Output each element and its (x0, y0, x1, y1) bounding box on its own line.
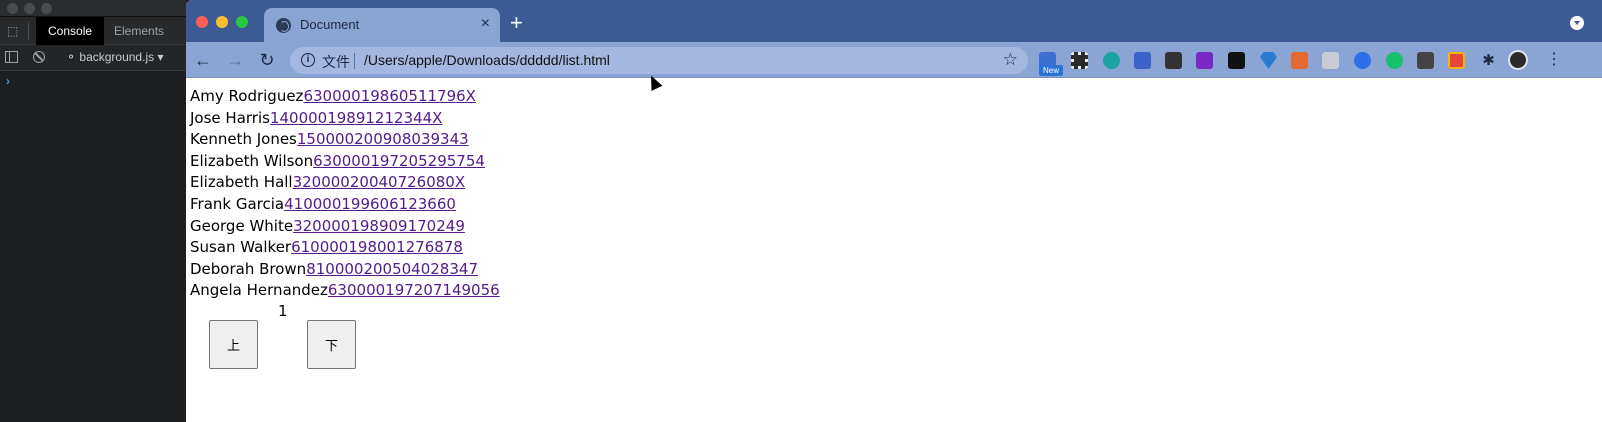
id-link[interactable]: 63000019860511796X (303, 87, 476, 105)
new-tab-button[interactable]: + (510, 12, 523, 34)
person-name: Jose Harris (190, 108, 270, 127)
list-item: Amy Rodriguez63000019860511796X (190, 86, 500, 108)
person-name: Frank Garcia (190, 194, 285, 213)
divider (354, 53, 355, 69)
bookmark-star-icon[interactable]: ☆ (1003, 50, 1018, 70)
person-name: Angela Hernandez (190, 281, 328, 300)
devtools-tabbar: ⬚ Console Elements (0, 17, 186, 45)
list-item: Frank Garcia410000199606123660 (190, 194, 500, 216)
list-item: Kenneth Jones150000200908039343 (190, 129, 500, 151)
prev-page-button[interactable]: 上 (209, 320, 258, 369)
qr-code-icon[interactable] (1071, 52, 1088, 69)
browser-window: Document × + ← → ↻ i 文件 /Users/apple/Dow… (186, 0, 1602, 422)
person-name: Kenneth Jones (190, 130, 297, 149)
devtools-zoom-light[interactable] (41, 3, 52, 14)
id-link[interactable]: 630000197207149056 (328, 281, 500, 299)
person-name: Amy Rodriguez (190, 87, 304, 105)
minimize-window-button[interactable] (216, 16, 228, 28)
list-item: Elizabeth Wilson630000197205295754 (190, 151, 500, 173)
id-link[interactable]: 32000020040726080X (293, 173, 466, 191)
devtools-tab-console[interactable]: Console (36, 17, 105, 45)
address-bar[interactable]: i 文件 /Users/apple/Downloads/ddddd/list.h… (290, 47, 1028, 74)
reload-button[interactable]: ↻ (256, 49, 278, 71)
id-link[interactable]: 810000200504028347 (306, 260, 478, 278)
tab-search-icon[interactable] (1570, 16, 1584, 30)
page-content: Amy Rodriguez63000019860511796X Jose Harr… (186, 78, 1602, 422)
browser-tab[interactable]: Document × (264, 8, 500, 42)
profile-avatar[interactable] (1508, 50, 1528, 70)
person-name: Elizabeth Hall (190, 173, 293, 192)
list-item: Susan Walker610000198001276878 (190, 237, 500, 259)
tab-strip: Document × + (186, 0, 1602, 42)
grammarly-icon[interactable] (1386, 52, 1403, 69)
divider (28, 22, 29, 40)
devtools-close-light[interactable] (7, 3, 18, 14)
id-link[interactable]: 14000019891212344X (270, 109, 443, 127)
list-item: Deborah Brown810000200504028347 (190, 259, 500, 281)
inspect-element-icon[interactable]: ⬚ (7, 25, 21, 38)
extension-network-icon[interactable] (1291, 52, 1308, 69)
person-name: Susan Walker (190, 238, 292, 257)
extension-eyes-icon[interactable] (1228, 52, 1245, 69)
url-text[interactable]: /Users/apple/Downloads/ddddd/list.html (364, 52, 610, 68)
extension-jh-icon[interactable] (1134, 52, 1151, 69)
console-prompt[interactable]: › (6, 74, 10, 88)
extensions-puzzle-icon[interactable]: ✱ (1480, 52, 1497, 69)
id-link[interactable]: 150000200908039343 (297, 130, 469, 148)
devtools-minimize-light[interactable] (24, 3, 35, 14)
extension-m-icon[interactable] (1103, 52, 1120, 69)
devtools-panel: ⬚ Console Elements ⚬ background.js ▾ › (0, 0, 186, 422)
person-name: Deborah Brown (190, 259, 307, 278)
site-info-icon[interactable]: i (301, 53, 315, 67)
camera-icon[interactable] (1322, 52, 1339, 69)
id-link[interactable]: 410000199606123660 (284, 195, 456, 213)
id-link[interactable]: 630000197205295754 (313, 152, 485, 170)
id-link[interactable]: 610000198001276878 (291, 238, 463, 256)
tab-close-icon[interactable]: × (481, 15, 490, 33)
extension-colorful-icon[interactable] (1448, 52, 1465, 69)
zoom-window-button[interactable] (236, 16, 248, 28)
context-selector[interactable]: ⚬ background.js ▾ (66, 50, 163, 64)
list-item: Elizabeth Hall32000020040726080X (190, 172, 500, 194)
extension-rp-icon[interactable] (1196, 52, 1213, 69)
chrome-menu-icon[interactable]: ⋮ (1546, 50, 1562, 70)
devtools-tab-elements[interactable]: Elements (102, 17, 176, 45)
extension-diamond-icon[interactable] (1260, 52, 1277, 69)
devtools-titlebar (0, 0, 186, 17)
scheme-label: 文件 (322, 54, 350, 70)
person-name: George White (190, 216, 294, 235)
extension-new-badge: New (1039, 65, 1063, 76)
extension-cb-icon[interactable] (1165, 52, 1182, 69)
globe-icon (276, 18, 291, 33)
person-name: Elizabeth Wilson (190, 151, 314, 170)
list-item: Jose Harris14000019891212344X (190, 108, 500, 130)
context-label: background.js (79, 50, 155, 64)
list-item: George White320000198909170249 (190, 216, 500, 238)
clear-console-icon[interactable] (33, 51, 45, 63)
extension-t-icon[interactable] (1417, 52, 1434, 69)
record-list: Amy Rodriguez63000019860511796X Jose Harr… (190, 86, 500, 302)
close-window-button[interactable] (196, 16, 208, 28)
page-number: 1 (278, 302, 288, 320)
back-button[interactable]: ← (192, 49, 214, 71)
browser-toolbar: ← → ↻ i 文件 /Users/apple/Downloads/ddddd/… (186, 42, 1602, 78)
forward-button[interactable]: → (224, 49, 246, 71)
list-item: Angela Hernandez630000197207149056 (190, 280, 500, 302)
sidebar-toggle-icon[interactable] (5, 51, 18, 63)
devtools-console-toolbar: ⚬ background.js ▾ (0, 45, 186, 71)
next-page-button[interactable]: 下 (307, 320, 356, 369)
id-link[interactable]: 320000198909170249 (293, 217, 465, 235)
tab-title: Document (300, 17, 360, 32)
extension-blue-dot-icon[interactable] (1354, 52, 1371, 69)
